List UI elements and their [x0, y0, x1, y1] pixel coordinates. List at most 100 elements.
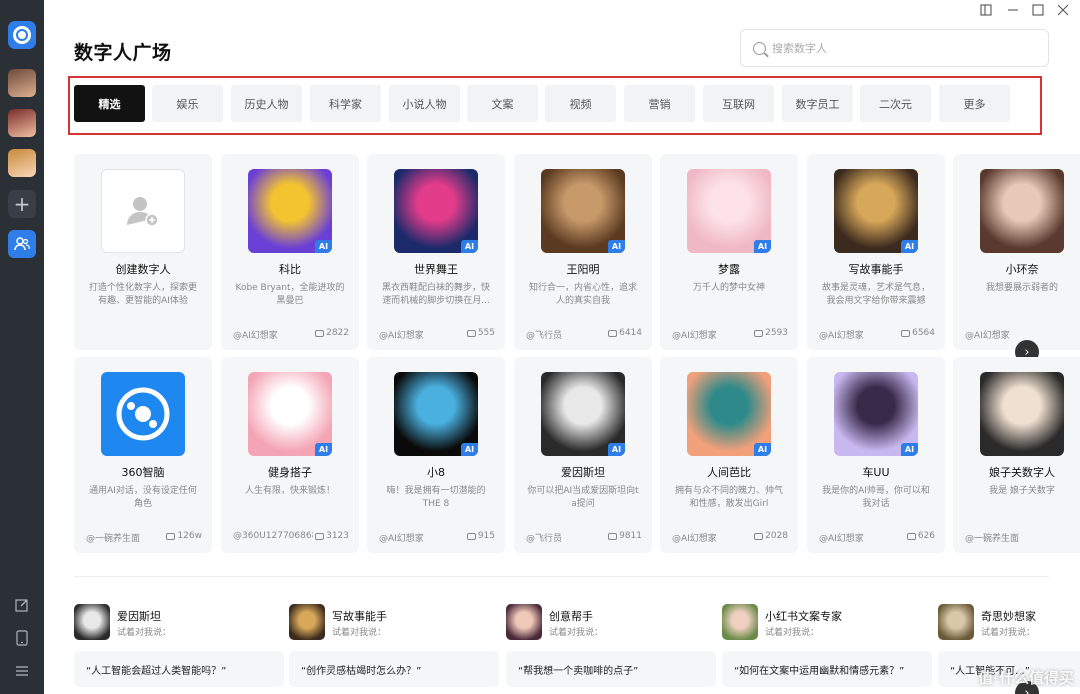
search-box[interactable]: [740, 29, 1049, 67]
tab-8[interactable]: 互联网: [703, 85, 774, 122]
close-icon[interactable]: [1055, 4, 1071, 20]
recent-avatar-2[interactable]: [8, 109, 36, 137]
persona-name: 健身搭子: [268, 466, 312, 479]
persona-avatar: [980, 372, 1064, 456]
prompt-tip: 试着对我说：: [981, 628, 1036, 638]
persona-name: 小8: [427, 466, 445, 479]
persona-desc: 人生有限，快来锻炼！: [244, 486, 335, 496]
chat-count-value: 915: [477, 531, 495, 541]
chat-count-value: 6564: [912, 328, 935, 338]
persona-card[interactable]: AI健身搭子人生有限，快来锻炼！ @360U1277068680 3123: [221, 357, 359, 553]
tab-6[interactable]: 视频: [545, 85, 616, 122]
prompt-avatar: [938, 604, 974, 640]
tab-10[interactable]: 二次元: [860, 85, 931, 122]
sidebar-toggle-icon[interactable]: [978, 4, 994, 20]
persona-author: @AI幻想家: [819, 534, 864, 544]
persona-card[interactable]: 创建数字人 打造个性化数字人，探索更有趣、更智能的AI体验: [74, 154, 212, 350]
persona-card[interactable]: 娘子关数字人 我是 娘子关数字 @一碗养生面: [953, 357, 1080, 553]
recent-avatar-3[interactable]: [8, 149, 36, 177]
ai-badge: AI: [754, 443, 771, 456]
persona-author: @AI幻想家: [672, 331, 717, 341]
persona-desc: 打造个性化数字人，探索更有趣、更智能的AI体验: [88, 283, 197, 306]
add-icon[interactable]: +: [8, 190, 36, 218]
tab-4[interactable]: 小说人物: [389, 85, 460, 122]
persona-card[interactable]: AI 爱因斯坦 你可以把AI当成爱因斯坦向t a提问 @飞行员 9811: [514, 357, 652, 553]
persona-card[interactable]: AI 车UU 我是你的AI帅哥，你可以和我对话 @AI幻想家 626: [807, 357, 945, 553]
persona-chat-count: 626: [906, 531, 935, 541]
menu-icon[interactable]: [8, 657, 36, 685]
persona-desc: 我是 娘子关数字: [989, 486, 1055, 496]
people-icon[interactable]: [8, 230, 36, 258]
persona-chat-count: 6564: [901, 328, 935, 338]
persona-avatar: AI: [687, 372, 771, 456]
minimize-icon[interactable]: [1005, 4, 1021, 20]
persona-card[interactable]: AI 小8 嗨！我是拥有一切潜能的THE 8 @AI幻想家 915: [367, 357, 505, 553]
persona-avatar: [980, 169, 1064, 253]
persona-desc: 故事是灵魂，艺术是气息，我会用文字给你带来震撼: [821, 283, 930, 306]
persona-desc: 你可以把AI当成爱因斯坦向t a提问: [527, 486, 639, 509]
prompt-question[interactable]: “创作灵感枯竭时怎么办？”: [289, 651, 499, 687]
persona-card[interactable]: AI 王阳明 知行合一，内省心性，追求人的真实自我 @飞行员 6414: [514, 154, 652, 350]
chat-icon: [608, 329, 618, 337]
tab-2[interactable]: 历史人物: [231, 85, 302, 122]
persona-chat-count: 915: [466, 531, 495, 541]
chat-icon: [466, 532, 476, 540]
persona-card[interactable]: AI人间芭比拥有与众不同的魄力、帅气和性感，散发出Girl Crush... @A…: [660, 357, 798, 553]
persona-desc: 我想要展示弱者的: [985, 283, 1058, 293]
tab-3[interactable]: 科学家: [310, 85, 381, 122]
chat-count-value: 6414: [619, 328, 642, 338]
tab-5[interactable]: 文案: [467, 85, 538, 122]
prompt-tip: 试着对我说：: [117, 628, 172, 638]
prompt-name: 创意帮手: [549, 610, 593, 623]
persona-author: @飞行员: [526, 534, 563, 544]
persona-chat-count: 555: [466, 328, 495, 338]
persona-card[interactable]: AI 梦露 万千人的梦中女神 @AI幻想家 2593: [660, 154, 798, 350]
persona-name: 360智脑: [121, 466, 165, 479]
persona-card[interactable]: 360智脑 通用AI对话，没有设定任何角色 @一碗养生面 126w: [74, 357, 212, 553]
tab-1[interactable]: 娱乐: [152, 85, 223, 122]
create-avatar: [101, 169, 185, 253]
persona-avatar: AI: [541, 169, 625, 253]
prompt-question[interactable]: “帮我想一个卖咖啡的点子”: [506, 651, 716, 687]
persona-avatar: AI: [834, 372, 918, 456]
persona-avatar: AI: [834, 169, 918, 253]
app-logo-icon[interactable]: [8, 21, 36, 49]
search-input[interactable]: [772, 41, 1012, 55]
tab-7[interactable]: 营销: [624, 85, 695, 122]
ai-badge: AI: [461, 443, 478, 456]
chat-icon: [315, 532, 325, 540]
persona-name: 车UU: [862, 466, 890, 479]
recent-avatar-1[interactable]: [8, 69, 36, 97]
persona-avatar: AI: [541, 372, 625, 456]
persona-author: @飞行员: [526, 331, 563, 341]
tab-0[interactable]: 精选: [74, 85, 145, 122]
prompt-avatar: [74, 604, 110, 640]
persona-card[interactable]: AI 科比 Kobe Bryant，全能进攻的黑曼巴 @AI幻想家 2822: [221, 154, 359, 350]
persona-card[interactable]: 小环奈 我想要展示弱者的 @AI幻想家: [953, 154, 1080, 350]
tab-11[interactable]: 更多: [939, 85, 1010, 122]
chat-count-value: 2822: [326, 328, 349, 338]
chat-icon: [901, 329, 911, 337]
main-area: 数字人广场 精选娱乐历史人物科学家小说人物文案视频营销互联网数字员工二次元更多 …: [44, 0, 1080, 694]
prompt-question[interactable]: “如何在文案中运用幽默和情感元素？”: [722, 651, 932, 687]
chat-icon: [608, 532, 618, 540]
edit-icon[interactable]: [8, 591, 36, 619]
persona-card[interactable]: AI 世界舞王 黑衣西鞋配白袜的舞步，快速而机械的脚步切换在月... @AI幻想家 55…: [367, 154, 505, 350]
persona-card[interactable]: AI 写故事能手 故事是灵魂，艺术是气息，我会用文字给你带来震撼 @AI幻想家 6564: [807, 154, 945, 350]
search-icon: [753, 41, 766, 55]
maximize-icon[interactable]: [1030, 4, 1046, 20]
persona-name: 人间芭比: [707, 466, 751, 479]
chat-count-value: 2028: [765, 531, 788, 541]
tab-9[interactable]: 数字员工: [782, 85, 853, 122]
phone-icon[interactable]: [8, 624, 36, 652]
ai-badge: AI: [901, 240, 918, 253]
prompt-question[interactable]: “人工智能会超过人类智能吗？”: [74, 651, 284, 687]
prompt-avatar: [289, 604, 325, 640]
prompt-tip: 试着对我说：: [332, 628, 387, 638]
persona-author: @AI幻想家: [379, 534, 424, 544]
add-user-icon: [127, 197, 159, 227]
persona-chat-count: 3123: [315, 531, 349, 541]
page-title: 数字人广场: [74, 42, 172, 64]
ai-badge: AI: [315, 240, 332, 253]
persona-author: @AI幻想家: [233, 331, 278, 341]
